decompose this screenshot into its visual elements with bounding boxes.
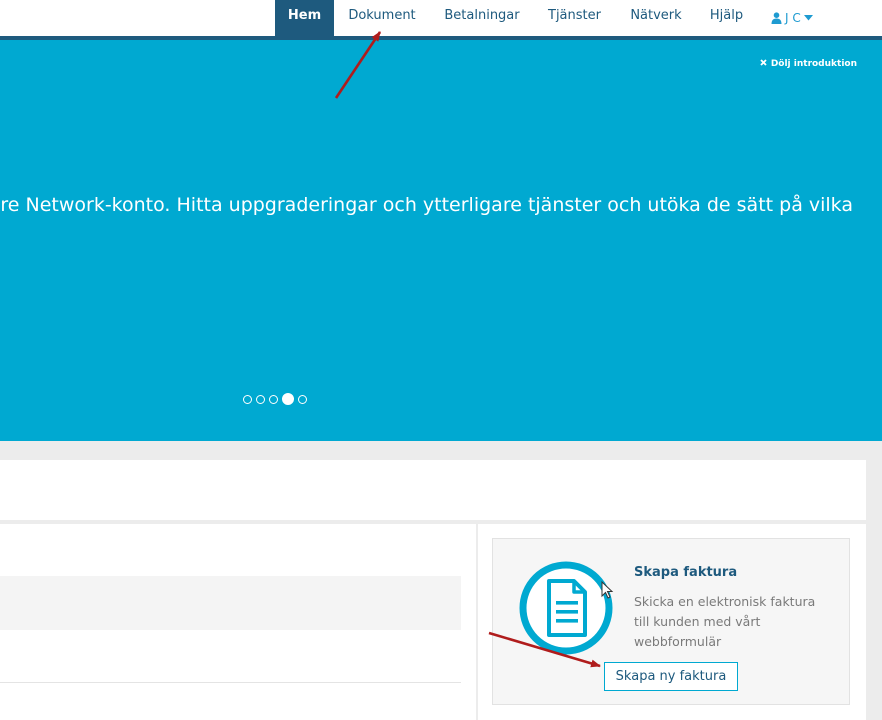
nav-item-hem[interactable]: Hem xyxy=(275,0,334,36)
caret-down-icon xyxy=(803,15,813,21)
divider xyxy=(0,682,461,683)
carousel-dot-5[interactable] xyxy=(298,394,307,404)
content-panel-main xyxy=(0,524,476,720)
intro-slide-text: are Network-konto. Hitta uppgraderingar … xyxy=(0,194,853,216)
list-row xyxy=(0,576,461,630)
carousel-dot-4[interactable] xyxy=(282,393,294,405)
close-icon xyxy=(760,59,767,69)
carousel-dot-3[interactable] xyxy=(269,394,278,404)
carousel-dot-2[interactable] xyxy=(256,394,265,404)
hide-intro-label: Dölj introduktion xyxy=(770,59,857,69)
hide-intro-button[interactable]: Dölj introduktion xyxy=(760,59,857,69)
user-menu[interactable]: J C xyxy=(771,0,825,36)
nav-item-tjanster[interactable]: Tjänster xyxy=(539,0,610,36)
mouse-cursor-icon xyxy=(601,580,615,605)
top-navigation: Hem Dokument Betalningar Tjänster Nätver… xyxy=(0,0,882,40)
create-invoice-card: Skapa faktura Skicka en elektronisk fakt… xyxy=(492,538,850,705)
nav-item-natverk[interactable]: Nätverk xyxy=(621,0,691,36)
nav-item-betalningar[interactable]: Betalningar xyxy=(436,0,528,36)
description-line-2: till kunden med vårt xyxy=(634,614,761,629)
user-initials: J C xyxy=(785,11,801,25)
description-line-1: Skicka en elektronisk faktura xyxy=(634,594,816,609)
create-invoice-description: Skicka en elektronisk faktura till kunde… xyxy=(634,592,834,652)
intro-carousel: Dölj introduktion are Network-konto. Hit… xyxy=(0,40,882,441)
sidebar-panel: Skapa faktura Skicka en elektronisk fakt… xyxy=(478,524,866,720)
content-panel-top xyxy=(0,460,866,520)
carousel-dot-1[interactable] xyxy=(243,394,252,404)
description-line-3: webbformulär xyxy=(634,634,722,649)
nav-item-dokument[interactable]: Dokument xyxy=(339,0,425,36)
create-invoice-title: Skapa faktura xyxy=(634,565,738,580)
nav-item-hjalp[interactable]: Hjälp xyxy=(700,0,753,36)
user-icon xyxy=(771,12,782,24)
document-icon xyxy=(519,561,613,659)
carousel-dots xyxy=(243,393,307,405)
create-new-invoice-button[interactable]: Skapa ny faktura xyxy=(604,662,738,691)
